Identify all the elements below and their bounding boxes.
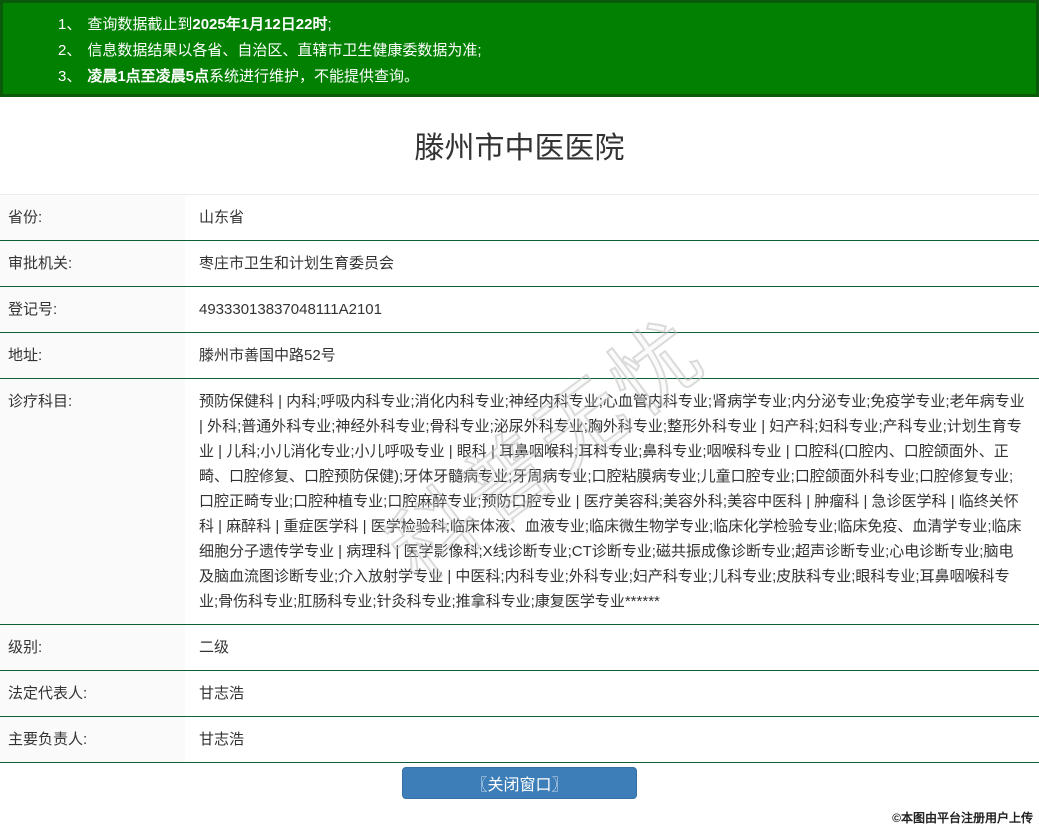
row-label: 诊疗科目: — [0, 379, 185, 624]
notice-line-3: 3、 凌晨1点至凌晨5点系统进行维护，不能提供查询。 — [58, 64, 1026, 90]
notice-text: 信息数据结果以各省、自治区、直辖市卫生健康委数据为准; — [87, 42, 482, 59]
row-label: 审批机关: — [0, 241, 185, 286]
row-label: 主要负责人: — [0, 717, 185, 762]
notice-number: 3、 — [58, 68, 82, 85]
notice-text: 系统进行维护，不能提供查询。 — [209, 68, 420, 85]
notice-number: 1、 — [58, 16, 82, 33]
row-value: 甘志浩 — [199, 731, 245, 748]
hospital-info-page: 1、 查询数据截止到2025年1月12日22时; 2、 信息数据结果以各省、自治区、… — [0, 0, 1039, 830]
uploader-copyright-note: ©本图由平台注册用户上传 — [892, 811, 1033, 825]
notice-text: ; — [327, 16, 332, 33]
close-window-button[interactable]: 〖关闭窗口〗 — [402, 767, 637, 799]
notice-text: 查询数据截止到 — [87, 16, 193, 33]
table-row-medical-subjects: 诊疗科目: 预防保健科 | 内科;呼吸内科专业;消化内科专业;神经内科专业;心血… — [0, 379, 1039, 625]
table-row-approval-authority: 审批机关: 枣庄市卫生和计划生育委员会 — [0, 241, 1039, 287]
table-row-legal-representative: 法定代表人: 甘志浩 — [0, 671, 1039, 717]
row-value: 甘志浩 — [199, 685, 245, 702]
row-label: 省份: — [0, 195, 185, 240]
notice-text-bold: 2025年1月12日22时 — [192, 16, 328, 33]
row-label: 地址: — [0, 333, 185, 378]
table-row-main-person-in-charge: 主要负责人: 甘志浩 — [0, 717, 1039, 763]
table-row-level: 级别: 二级 — [0, 625, 1039, 671]
row-value: 枣庄市卫生和计划生育委员会 — [199, 255, 395, 272]
close-button-row: 〖关闭窗口〗 — [0, 767, 1039, 799]
page-title: 滕州市中医医院 — [414, 132, 625, 165]
row-label: 登记号: — [0, 287, 185, 332]
row-value: 滕州市善国中路52号 — [199, 347, 336, 364]
row-value: 二级 — [199, 639, 230, 656]
notice-line-1: 1、 查询数据截止到2025年1月12日22时; — [58, 12, 1026, 38]
info-table: 省份: 山东省 审批机关: 枣庄市卫生和计划生育委员会 登记号: 4933301… — [0, 194, 1039, 763]
table-row-province: 省份: 山东省 — [0, 195, 1039, 241]
notice-bar: 1、 查询数据截止到2025年1月12日22时; 2、 信息数据结果以各省、自治区、… — [0, 0, 1039, 97]
row-value: 预防保健科 | 内科;呼吸内科专业;消化内科专业;神经内科专业;心血管内科专业;… — [199, 393, 1025, 610]
notice-number: 2、 — [58, 42, 82, 59]
row-value: 山东省 — [199, 209, 245, 226]
table-row-registration-number: 登记号: 49333013837048111A2101 — [0, 287, 1039, 333]
row-value: 49333013837048111A2101 — [199, 301, 382, 318]
row-label: 级别: — [0, 625, 185, 670]
notice-line-2: 2、 信息数据结果以各省、自治区、直辖市卫生健康委数据为准; — [58, 38, 1026, 64]
table-row-address: 地址: 滕州市善国中路52号 — [0, 333, 1039, 379]
row-label: 法定代表人: — [0, 671, 185, 716]
notice-text-bold: 凌晨1点至凌晨5点 — [87, 68, 210, 85]
